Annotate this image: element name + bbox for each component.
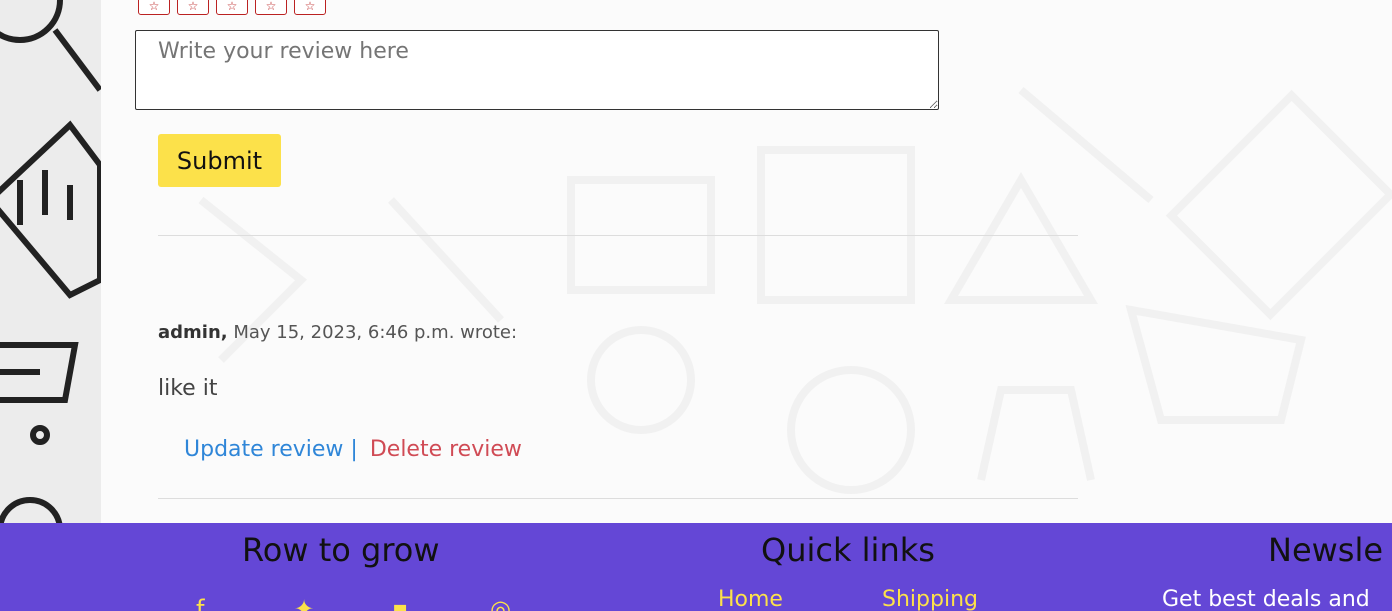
facebook-icon[interactable]: f [196,597,222,611]
footer-link-shipping[interactable]: Shipping [882,587,978,611]
divider [158,498,1078,499]
site-footer: Row to grow Quick links Newsle f ✦ ▪ ◎ H… [0,523,1392,611]
update-review-link[interactable]: Update review | [184,437,358,462]
review-actions: Update review | Delete review [184,437,522,462]
footer-brand-title: Row to grow [242,531,440,569]
social-links: f ✦ ▪ ◎ [196,597,516,611]
delete-review-link[interactable]: Delete review [370,437,522,462]
footer-link-home[interactable]: Home [718,587,783,611]
submit-button[interactable]: Submit [158,134,281,187]
decorative-left-strip [0,0,101,523]
instagram-icon[interactable]: ◎ [490,597,516,611]
linkedin-icon[interactable]: ▪ [392,597,418,611]
star-icon[interactable]: ☆ [177,0,209,15]
rating-stars: ☆ ☆ ☆ ☆ ☆ [138,0,326,15]
shopping-pattern-icons [0,0,101,523]
footer-newsletter-title: Newsle [1268,531,1384,569]
star-icon[interactable]: ☆ [255,0,287,15]
review-meta: admin, May 15, 2023, 6:46 p.m. wrote: [158,322,517,343]
newsletter-text: Get best deals and [1162,587,1370,611]
review-author: admin, [158,322,228,343]
twitter-icon[interactable]: ✦ [294,597,320,611]
star-icon[interactable]: ☆ [294,0,326,15]
star-icon[interactable]: ☆ [216,0,248,15]
review-date: May 15, 2023, 6:46 p.m. wrote: [227,322,518,343]
review-text: like it [158,376,218,401]
star-icon[interactable]: ☆ [138,0,170,15]
footer-quick-links-title: Quick links [761,531,935,569]
review-textarea[interactable] [135,30,939,110]
divider [158,235,1078,236]
